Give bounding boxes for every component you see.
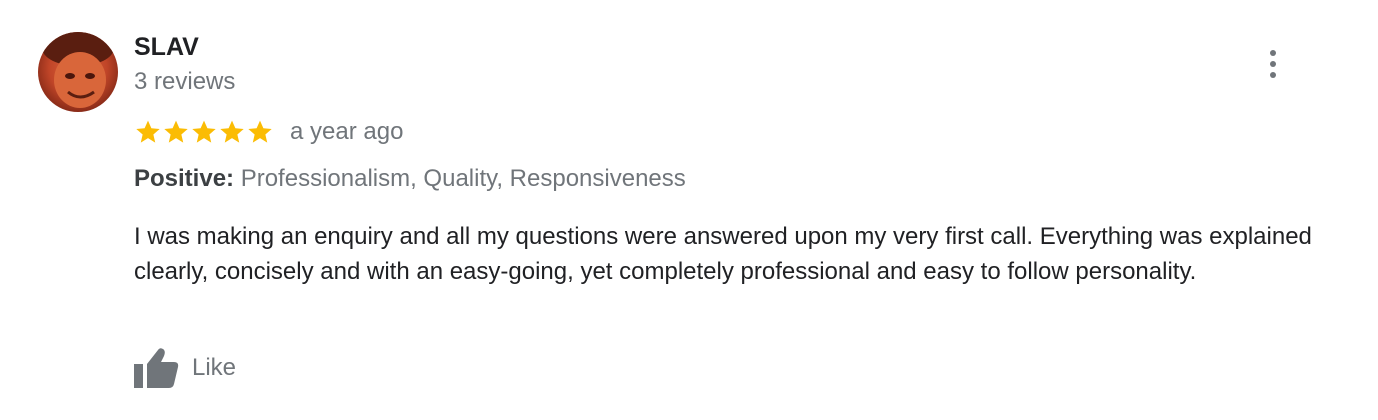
review-card: SLAV 3 reviews a year ago Positive: Prof… xyxy=(0,0,1378,420)
author-review-count[interactable]: 3 reviews xyxy=(134,67,235,97)
like-label: Like xyxy=(192,354,237,381)
star-icon xyxy=(164,120,188,143)
star-icon xyxy=(220,120,244,143)
attributes-values: Professionalism, Quality, Responsiveness xyxy=(240,165,686,192)
like-button[interactable]: Like xyxy=(132,344,236,392)
author-name[interactable]: SLAV xyxy=(134,32,199,62)
star-rating xyxy=(134,118,274,146)
star-icon xyxy=(248,120,272,143)
star-icon xyxy=(192,120,216,143)
review-text: I was making an enquiry and all my quest… xyxy=(134,223,1312,285)
more-options-button[interactable] xyxy=(1256,46,1290,82)
star-icon xyxy=(136,120,160,143)
thumbs-up-icon xyxy=(134,348,179,388)
attributes-label: Positive: xyxy=(134,165,235,192)
review-attributes: Positive: Professionalism, Quality, Resp… xyxy=(134,163,686,195)
rating-row: a year ago xyxy=(134,115,403,149)
review-time: a year ago xyxy=(290,118,404,145)
more-vert-icon-dot xyxy=(1270,61,1276,67)
more-vert-icon xyxy=(1270,50,1276,56)
more-vert-icon-dot xyxy=(1270,72,1276,78)
avatar-image xyxy=(38,32,118,112)
avatar[interactable] xyxy=(38,32,118,112)
